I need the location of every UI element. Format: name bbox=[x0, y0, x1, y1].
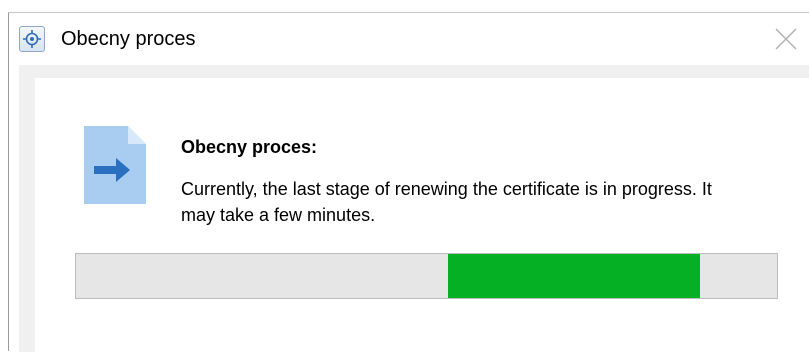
dialog-window: Obecny proces Obecny proces: Currently, … bbox=[8, 12, 809, 352]
close-icon bbox=[775, 28, 797, 50]
close-button[interactable] bbox=[763, 13, 809, 65]
progress-bar bbox=[75, 253, 778, 299]
dialog-content: Obecny proces: Currently, the last stage… bbox=[19, 65, 809, 352]
status-message: Currently, the last stage of renewing th… bbox=[181, 179, 712, 225]
document-arrow-icon bbox=[84, 126, 146, 204]
title-bar[interactable]: Obecny proces bbox=[9, 13, 809, 65]
progress-bar-fill bbox=[447, 254, 700, 298]
process-app-icon bbox=[19, 26, 45, 52]
content-panel: Obecny proces: Currently, the last stage… bbox=[35, 78, 809, 352]
process-heading: Obecny proces: bbox=[181, 137, 318, 157]
window-title: Obecny proces bbox=[61, 28, 196, 50]
